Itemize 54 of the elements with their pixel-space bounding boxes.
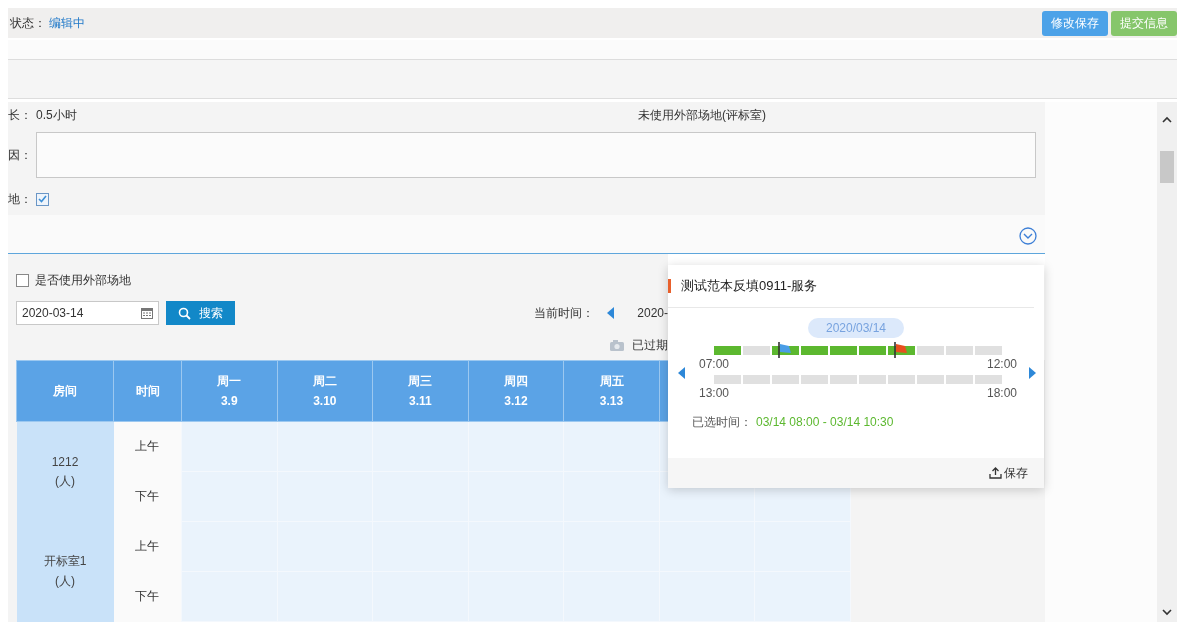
action-button[interactable]: 修改保存 [1042,10,1108,36]
field-label: 地： [8,190,33,208]
camera-icon [610,340,624,352]
end-time: 18:00 [986,386,1017,400]
room-cell: 1212 (人) [16,421,114,522]
scrollbar[interactable] [1157,102,1177,622]
column-header: 时间 [113,360,182,422]
date-pill: 2020/03/14 [807,318,905,338]
search-icon [178,306,191,320]
venue-note: 未使用外部场地(评标室) [638,106,766,124]
current-time-label: 当前时间： [534,304,595,322]
room-cell: 开标室1 (人) [16,521,114,622]
action-button[interactable]: 提交信息 [1111,10,1177,36]
scroll-up-icon[interactable] [1162,116,1172,123]
period-cell: 上午 [113,521,182,572]
selected-time: 03/14 08:00 - 03/14 10:30 [756,415,894,429]
search-button[interactable]: 搜索 [166,301,235,326]
calendar-icon [141,307,153,319]
current-time: 2020- [637,306,668,321]
start-flag-icon[interactable] [778,342,792,358]
start-time: 07:00 [699,357,730,371]
field-label: 因： [8,146,33,164]
next-icon[interactable] [1029,367,1036,379]
date-field[interactable]: 2020-03-14 [16,301,159,326]
popup-title: 测试范本反填0911-服务 [681,277,818,295]
column-header: 周一 3.9 [181,360,278,422]
checkbox-label: 是否使用外部场地 [35,272,131,290]
upload-icon [989,467,1002,479]
start-time: 13:00 [699,386,730,400]
end-flag-icon[interactable] [894,342,908,358]
collapse-icon[interactable] [1019,227,1037,246]
save-button[interactable]: 保存 [989,464,1028,482]
previous-icon[interactable] [678,367,685,379]
period-cell: 上午 [113,421,182,472]
column-header: 周二 3.10 [277,360,373,422]
column-header: 周四 3.12 [468,360,564,422]
scroll-down-icon[interactable] [1162,609,1172,616]
column-header: 房间 [16,360,114,422]
scroll-thumb[interactable] [1160,151,1174,183]
legend-label: 已过期 [632,337,668,355]
period-cell: 下午 [113,471,182,522]
status-value: 编辑中 [49,14,85,32]
previous-icon[interactable] [607,307,615,320]
column-header: 周五 3.13 [563,360,660,422]
column-header: 周三 3.11 [372,360,469,422]
status-label: 状态： [10,14,46,32]
reason-field[interactable] [36,132,1036,178]
duration-value: 0.5小时 [36,106,78,124]
field-label: 长： [8,106,33,124]
checkbox[interactable] [16,274,29,288]
period-cell: 下午 [113,571,182,622]
selected-time-label: 已选时间： [692,415,752,429]
end-time: 12:00 [986,357,1017,371]
checkbox[interactable] [36,192,49,206]
